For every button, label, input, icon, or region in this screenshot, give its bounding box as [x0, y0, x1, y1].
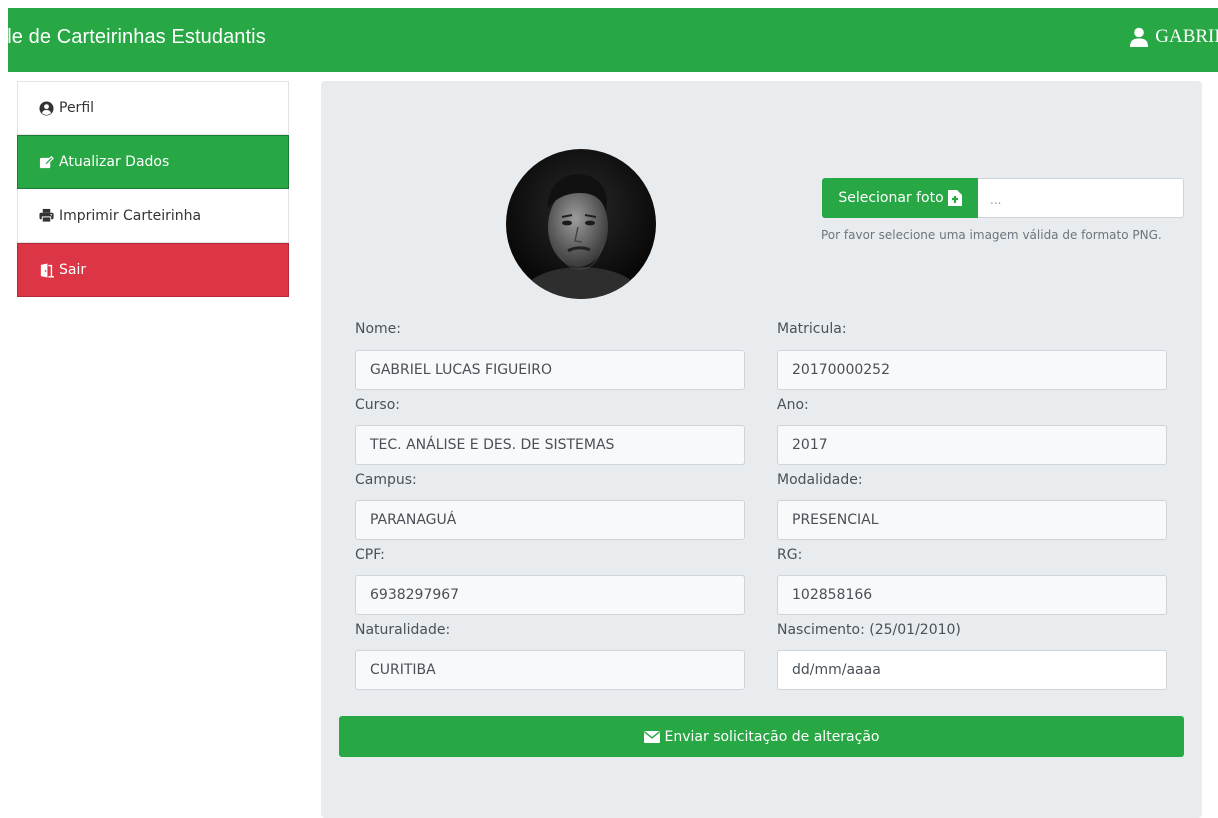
- sidebar-item-atualizar-dados[interactable]: Atualizar Dados: [17, 135, 289, 189]
- sidebar-item-imprimir-carteirinha[interactable]: Imprimir Carteirinha: [17, 189, 289, 243]
- rg-label: RG:: [777, 547, 803, 563]
- photo-file-input-group: Selecionar foto ...: [822, 178, 1184, 218]
- edit-icon: [39, 155, 54, 168]
- nome-field[interactable]: GABRIEL LUCAS FIGUEIRO: [355, 350, 745, 390]
- select-photo-label: Selecionar foto: [838, 190, 944, 206]
- door-exit-icon: [40, 262, 54, 278]
- selected-file-name[interactable]: ...: [978, 178, 1184, 218]
- nascimento-date-input[interactable]: dd/mm/aaaa: [777, 650, 1167, 690]
- cpf-field[interactable]: 6938297967: [355, 575, 745, 615]
- sidebar-item-label: Perfil: [59, 100, 95, 116]
- cpf-label: CPF:: [355, 547, 385, 563]
- campus-field[interactable]: PARANAGUÁ: [355, 500, 745, 540]
- photo-help-text: Por favor selecione uma imagem válida de…: [821, 228, 1162, 242]
- sidebar-item-label: Atualizar Dados: [59, 154, 170, 170]
- file-upload-icon: [947, 190, 962, 206]
- naturalidade-label: Naturalidade:: [355, 622, 451, 638]
- user-icon: [1130, 27, 1149, 47]
- sidebar-item-label: Imprimir Carteirinha: [59, 207, 202, 224]
- print-icon: [39, 208, 54, 223]
- curso-label: Curso:: [355, 397, 400, 413]
- select-photo-button[interactable]: Selecionar foto: [822, 178, 978, 218]
- ano-field[interactable]: 2017: [777, 425, 1167, 465]
- campus-label: Campus:: [355, 472, 417, 488]
- sidebar-item-perfil[interactable]: Perfil: [17, 81, 289, 135]
- curso-field[interactable]: TEC. ANÁLISE E DES. DE SISTEMAS: [355, 425, 745, 465]
- send-change-request-button[interactable]: Enviar solicitação de alteração: [339, 716, 1184, 757]
- user-menu[interactable]: GABRIE: [1129, 26, 1218, 48]
- nascimento-label: Nascimento: (25/01/2010): [777, 622, 961, 638]
- sidebar: Perfil Atualizar Dados Imprimir Carteiri…: [17, 81, 289, 297]
- user-name: GABRIE: [1155, 26, 1218, 47]
- sidebar-item-sair[interactable]: Sair: [17, 243, 289, 297]
- send-change-request-label: Enviar solicitação de alteração: [664, 728, 880, 745]
- naturalidade-field[interactable]: CURITIBA: [355, 650, 745, 690]
- user-circle-icon: [39, 100, 54, 116]
- modalidade-label: Modalidade:: [777, 472, 863, 488]
- nome-label: Nome:: [355, 321, 402, 337]
- update-form-panel: Selecionar foto ... Por favor selecione …: [321, 81, 1202, 818]
- top-navbar: ole de Carteirinhas Estudantis GABRIE: [8, 8, 1218, 72]
- ano-label: Ano:: [777, 397, 809, 413]
- sidebar-item-label: Sair: [59, 262, 87, 278]
- matricula-label: Matricula:: [777, 321, 847, 337]
- modalidade-field[interactable]: PRESENCIAL: [777, 500, 1167, 540]
- profile-photo: [506, 149, 656, 299]
- navbar-brand[interactable]: ole de Carteirinhas Estudantis: [8, 26, 266, 49]
- matricula-field[interactable]: 20170000252: [777, 350, 1167, 390]
- envelope-icon: [643, 730, 660, 743]
- rg-field[interactable]: 102858166: [777, 575, 1167, 615]
